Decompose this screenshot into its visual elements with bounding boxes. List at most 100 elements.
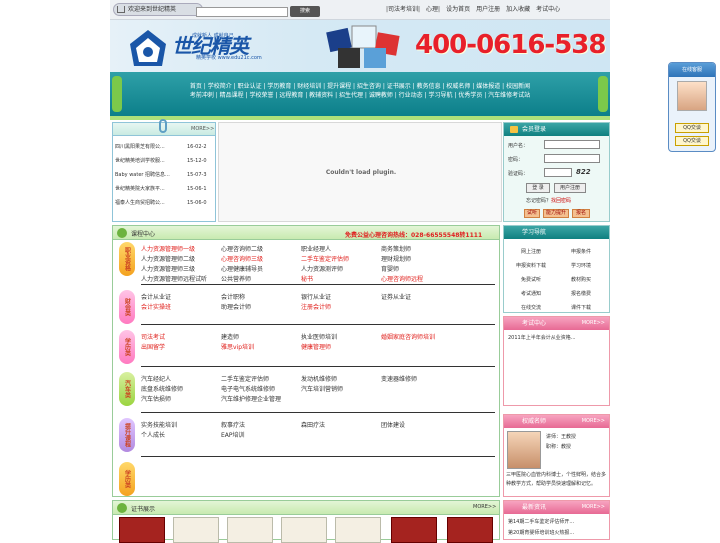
- study-item[interactable]: 网上注册: [506, 248, 556, 255]
- qq-chat-button[interactable]: QQ交谈: [675, 136, 709, 146]
- enroll-button[interactable]: 报名: [572, 209, 590, 218]
- news-title[interactable]: 世纪精英培训学校服...: [115, 158, 165, 164]
- search-button[interactable]: 搜索: [290, 6, 320, 17]
- course-link[interactable]: 秘书: [301, 274, 381, 283]
- course-link[interactable]: 二手车鉴定评估师: [221, 374, 301, 383]
- course-link[interactable]: 人力资源测评师: [301, 264, 381, 273]
- cert-image[interactable]: [335, 517, 381, 543]
- course-link[interactable]: 雅思vip培训: [221, 342, 301, 351]
- course-link[interactable]: 会计从业证: [141, 292, 221, 301]
- certs-more-link[interactable]: MORE>>: [473, 504, 496, 510]
- link-psych[interactable]: 心理|: [426, 5, 440, 15]
- course-link[interactable]: 注册会计师: [301, 302, 381, 311]
- course-link[interactable]: 商务策划师: [381, 244, 461, 253]
- study-item[interactable]: 免费试听: [506, 276, 556, 283]
- course-link[interactable]: 团体建设: [381, 420, 461, 429]
- news-title[interactable]: 四川黑阳果芝有限公...: [115, 144, 165, 150]
- course-link[interactable]: 助理会计师: [221, 302, 301, 311]
- category-tab[interactable]: 学历类: [119, 330, 135, 364]
- course-link[interactable]: 叙事疗法: [221, 420, 301, 429]
- course-link[interactable]: 底盘系统维修师: [141, 384, 221, 393]
- username-field[interactable]: [544, 140, 600, 149]
- course-link[interactable]: 汽车维护修理企业管理: [221, 394, 301, 403]
- course-link[interactable]: 建造师: [221, 332, 301, 341]
- course-link[interactable]: 职业经理人: [301, 244, 381, 253]
- course-link[interactable]: 会计实操班: [141, 302, 221, 311]
- captcha-image[interactable]: 822: [576, 168, 591, 176]
- course-link[interactable]: 实务技能培训: [141, 420, 221, 429]
- news-item[interactable]: 世纪精英院大家族平... 15-06-1: [115, 183, 215, 195]
- course-link[interactable]: 公共营养师: [221, 274, 301, 283]
- news-item[interactable]: 四川黑阳果芝有限公... 16-02-2: [115, 141, 215, 153]
- course-link[interactable]: 证券从业证: [381, 292, 461, 301]
- course-link[interactable]: 心理健康辅导员: [221, 264, 301, 273]
- study-item[interactable]: 报名缴费: [556, 290, 606, 297]
- news-more-link[interactable]: MORE>>: [191, 126, 214, 132]
- course-link[interactable]: 电子电气系统维修师: [221, 384, 301, 393]
- cert-image[interactable]: [227, 517, 273, 543]
- course-link[interactable]: 人力资源管理师二级: [141, 254, 221, 263]
- exam-item[interactable]: 2011年上半年会计从业资格...: [508, 334, 576, 341]
- study-item[interactable]: 教材购买: [556, 276, 606, 283]
- link-set-homepage[interactable]: 设为首页: [446, 5, 470, 15]
- category-tab[interactable]: 职业资格: [119, 242, 135, 276]
- study-item[interactable]: 在线交流: [506, 304, 556, 311]
- forgot-password-link[interactable]: 找回密码: [551, 198, 571, 204]
- course-link[interactable]: EAP培训: [221, 430, 301, 439]
- study-item[interactable]: 申报资料下载: [506, 262, 556, 269]
- cert-image[interactable]: [447, 517, 493, 543]
- link-law-exam[interactable]: |司法考培训|: [386, 5, 420, 15]
- login-button[interactable]: 登 录: [526, 183, 550, 193]
- news-title[interactable]: 福泰人生商贸招聘公...: [115, 200, 165, 206]
- cert-image[interactable]: [281, 517, 327, 543]
- latest-item[interactable]: 第14期二手车鉴定评估师开...: [508, 518, 574, 525]
- course-link[interactable]: 婚姻家庭咨询师培训: [381, 332, 461, 341]
- study-item[interactable]: 考试通知: [506, 290, 556, 297]
- course-link[interactable]: 变速器维修师: [381, 374, 461, 383]
- study-item[interactable]: 学习环境: [556, 262, 606, 269]
- course-link[interactable]: 心理咨询师三级: [221, 254, 301, 263]
- course-link[interactable]: 汽车经纪人: [141, 374, 221, 383]
- course-link[interactable]: 个人成长: [141, 430, 221, 439]
- category-tab[interactable]: 汽车类: [119, 372, 135, 406]
- news-item[interactable]: 福泰人生商贸招聘公... 15-06-0: [115, 197, 215, 209]
- course-link[interactable]: 汽车培训营销师: [301, 384, 381, 393]
- cert-image[interactable]: [173, 517, 219, 543]
- course-link[interactable]: 健康管理师: [301, 342, 381, 351]
- course-link[interactable]: 会计职称: [221, 292, 301, 301]
- link-register[interactable]: 用户注册: [476, 5, 500, 15]
- news-title[interactable]: 世纪精英院大家族平...: [115, 186, 165, 192]
- course-link[interactable]: 汽车估损师: [141, 394, 221, 403]
- course-link[interactable]: 人力资源管理师一级: [141, 244, 221, 253]
- course-link[interactable]: 人力资源管理师远程试听: [141, 274, 221, 283]
- course-link[interactable]: 心理咨询师远程: [381, 274, 461, 283]
- category-tab[interactable]: 财会类: [119, 290, 135, 324]
- course-link[interactable]: 发动机维修师: [301, 374, 381, 383]
- ability-button[interactable]: 能力提升: [543, 209, 569, 218]
- course-link[interactable]: 人力资源管理师三级: [141, 264, 221, 273]
- link-bookmark[interactable]: 加入收藏: [506, 5, 530, 15]
- register-button[interactable]: 用户注册: [554, 183, 586, 193]
- latest-item[interactable]: 第20期育婴师培训班火热报...: [508, 529, 574, 536]
- teacher-photo[interactable]: [507, 431, 541, 469]
- course-link[interactable]: 出国留学: [141, 342, 221, 351]
- nav-row-1[interactable]: 首页 | 学校简介 | 职业认证 | 学历教育 | 财经培训 | 提升课程 | …: [110, 81, 610, 90]
- cert-image[interactable]: [119, 517, 165, 543]
- teacher-more-link[interactable]: MORE>>: [582, 415, 605, 428]
- course-link[interactable]: 二手车鉴定评估师: [301, 254, 381, 263]
- news-item[interactable]: Baby water 招聘信息... 15-07-3: [115, 169, 215, 181]
- study-item[interactable]: 申报条件: [556, 248, 606, 255]
- course-link[interactable]: 育婴师: [381, 264, 461, 273]
- course-link[interactable]: 执业医师培训: [301, 332, 381, 341]
- search-input[interactable]: [196, 7, 288, 17]
- latest-more-link[interactable]: MORE>>: [582, 501, 605, 514]
- trial-button[interactable]: 试听: [524, 209, 540, 218]
- cert-image[interactable]: [391, 517, 437, 543]
- category-tab[interactable]: 提升课程: [119, 418, 135, 452]
- course-link[interactable]: 心理咨询师二级: [221, 244, 301, 253]
- password-field[interactable]: [544, 154, 600, 163]
- study-item[interactable]: 课件下载: [556, 304, 606, 311]
- news-title[interactable]: Baby water 招聘信息...: [115, 172, 170, 178]
- qq-chat-button[interactable]: QQ交谈: [675, 123, 709, 133]
- category-tab[interactable]: 学历类: [119, 462, 135, 496]
